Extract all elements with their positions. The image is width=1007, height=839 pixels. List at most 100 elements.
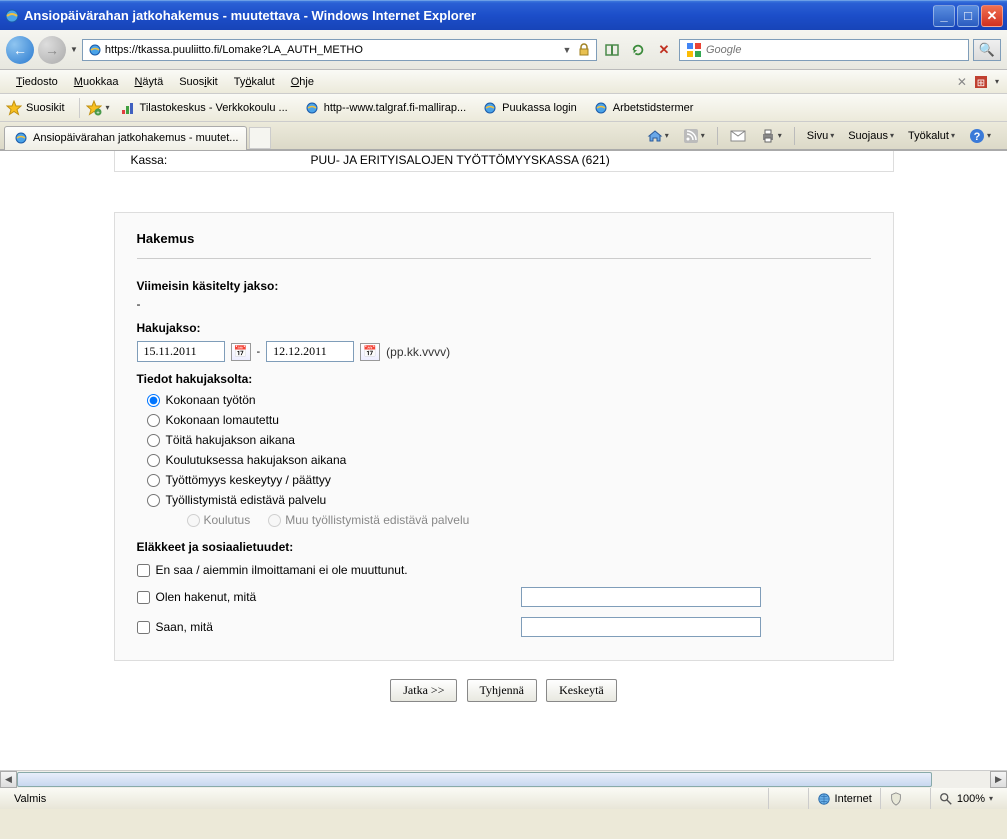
menu-view[interactable]: Näytä: [126, 73, 171, 91]
zoom-dropdown[interactable]: ▾: [989, 794, 993, 803]
content-viewport: Kassa: PUU- JA ERITYISALOJEN TYÖTTÖMYYSK…: [0, 150, 1007, 770]
scroll-thumb[interactable]: [17, 772, 932, 787]
favorite-link-tilastokeskus[interactable]: Tilastokeskus - Verkkokoulu ...: [114, 98, 294, 118]
tab-active[interactable]: Ansiopäivärahan jatkohakemus - muutet...: [4, 126, 247, 150]
refresh-button[interactable]: [627, 39, 649, 61]
navigation-toolbar: ← → ▼ ▼ ✕ 🔍: [0, 30, 1007, 70]
continue-button[interactable]: Jatka >>: [390, 679, 457, 702]
check-olen-hakenut[interactable]: Olen hakenut, mitä: [137, 590, 257, 604]
search-input[interactable]: [706, 44, 966, 56]
calendar-to-icon[interactable]: 📅: [360, 343, 380, 361]
address-bar[interactable]: ▼: [82, 39, 597, 61]
radio-toita[interactable]: Töitä hakujakson aikana: [137, 430, 871, 450]
read-mail-button[interactable]: [724, 127, 752, 145]
check-en-saa[interactable]: En saa / aiemmin ilmoittamani ei ole muu…: [137, 558, 871, 582]
add-fav-dropdown[interactable]: ▾: [106, 103, 110, 112]
menu-file[interactable]: Tiedosto: [8, 73, 66, 91]
radio-tyottomyys-keskeytyy[interactable]: Työttömyys keskeytyy / päättyy: [137, 470, 871, 490]
feeds-button[interactable]: ▾: [677, 126, 711, 146]
elakkeet-heading: Eläkkeet ja sosiaalietuudet:: [137, 540, 871, 554]
close-button[interactable]: ✕: [981, 5, 1003, 27]
internet-zone-icon: [817, 792, 831, 806]
favorites-label[interactable]: Suosikit: [26, 102, 65, 114]
home-button[interactable]: ▾: [641, 126, 675, 146]
viimeisin-value: -: [137, 297, 871, 311]
safety-menu[interactable]: Suojaus ▾: [842, 128, 900, 144]
zoom-icon: [939, 792, 953, 806]
date-format-hint: (pp.kk.vvvv): [386, 345, 450, 359]
zoom-control[interactable]: 100% ▾: [930, 788, 1001, 809]
compat-view-button[interactable]: [601, 39, 623, 61]
favorite-link-puukassa[interactable]: Puukassa login: [476, 98, 583, 118]
menu-tools[interactable]: Työkalut: [226, 73, 283, 91]
tilastokeskus-icon: [120, 100, 136, 116]
tiedot-heading: Tiedot hakujaksolta:: [137, 372, 871, 386]
clear-button[interactable]: Tyhjennä: [467, 679, 537, 702]
favorite-link-arbetstid[interactable]: Arbetstidstermer: [587, 98, 700, 118]
office-icon[interactable]: ⊞: [973, 74, 989, 90]
: [880, 788, 930, 809]
saan-input[interactable]: [521, 617, 761, 637]
url-input[interactable]: [105, 44, 560, 56]
date-to-input[interactable]: [266, 341, 354, 362]
print-button[interactable]: ▾: [754, 126, 788, 146]
shield-icon: [889, 792, 903, 806]
stop-button[interactable]: ✕: [653, 39, 675, 61]
date-separator: -: [257, 346, 261, 358]
ie-favicon-icon: [304, 100, 320, 116]
kassa-label: Kassa:: [131, 153, 311, 167]
svg-text:⊞: ⊞: [977, 78, 985, 89]
panel-title: Hakemus: [137, 231, 871, 259]
radio-kokonaan-tyoton[interactable]: Kokonaan työtön: [137, 390, 871, 410]
favorite-link-talgraf[interactable]: http--www.talgraf.fi-mallirap...: [298, 98, 472, 118]
radio-tyollistymista[interactable]: Työllistymistä edistävä palvelu: [137, 490, 871, 510]
security-zone[interactable]: Internet: [808, 788, 880, 809]
maximize-button[interactable]: □: [957, 5, 979, 27]
help-button[interactable]: ?▾: [963, 126, 997, 146]
page-menu[interactable]: Sivu ▾: [801, 128, 840, 144]
forward-button[interactable]: →: [38, 36, 66, 64]
google-icon: [686, 42, 702, 58]
radio-kokonaan-lomautettu[interactable]: Kokonaan lomautettu: [137, 410, 871, 430]
menu-bar: Tiedosto Muokkaa Näytä Suosikit Työkalut…: [0, 70, 1007, 94]
search-button[interactable]: 🔍: [973, 39, 1001, 61]
search-box[interactable]: [679, 39, 969, 61]
close-toolbar-icon[interactable]: ✕: [957, 75, 967, 89]
nav-history-dropdown[interactable]: ▼: [70, 45, 78, 54]
scroll-left-button[interactable]: ◀: [0, 771, 17, 788]
menu-edit[interactable]: Muokkaa: [66, 73, 127, 91]
tab-title: Ansiopäivärahan jatkohakemus - muutet...: [33, 132, 238, 144]
status-bar: Valmis Internet 100% ▾: [0, 787, 1007, 809]
window-titlebar: Ansiopäivärahan jatkohakemus - muutettav…: [0, 0, 1007, 30]
minimize-button[interactable]: _: [933, 5, 955, 27]
new-tab-button[interactable]: [249, 127, 271, 149]
radio-koulutuksessa[interactable]: Koulutuksessa hakujakson aikana: [137, 450, 871, 470]
subradio-koulutus: Koulutus: [187, 513, 251, 527]
hakujakso-heading: Hakujakso:: [137, 321, 871, 335]
olen-hakenut-input[interactable]: [521, 587, 761, 607]
ie-favicon-icon: [482, 100, 498, 116]
cancel-button[interactable]: Keskeytä: [546, 679, 617, 702]
calendar-from-icon[interactable]: 📅: [231, 343, 251, 361]
date-from-input[interactable]: [137, 341, 225, 362]
back-button[interactable]: ←: [6, 36, 34, 64]
ie-page-icon: [87, 42, 103, 58]
check-saan[interactable]: Saan, mitä: [137, 620, 213, 634]
status-text: Valmis: [6, 788, 768, 809]
horizontal-scrollbar[interactable]: ◀ ▶: [0, 770, 1007, 787]
tools-menu[interactable]: Työkalut ▾: [902, 128, 961, 144]
add-favorite-icon[interactable]: +: [86, 100, 102, 116]
favorites-bar: Suosikit + ▾ Tilastokeskus - Verkkokoulu…: [0, 94, 1007, 122]
scroll-track[interactable]: [17, 771, 990, 788]
menu-favorites[interactable]: Suosikit: [171, 73, 226, 91]
favorites-star-icon[interactable]: [6, 100, 22, 116]
tab-favicon-icon: [13, 130, 29, 146]
menu-help[interactable]: Ohje: [283, 73, 322, 91]
lock-icon: [576, 42, 592, 58]
tab-bar: Ansiopäivärahan jatkohakemus - muutet...…: [0, 122, 1007, 150]
kassa-value: PUU- JA ERITYISALOJEN TYÖTTÖMYYSKASSA (6…: [311, 153, 877, 167]
window-title: Ansiopäivärahan jatkohakemus - muutettav…: [24, 8, 933, 23]
url-dropdown-icon[interactable]: ▼: [560, 45, 574, 55]
scroll-right-button[interactable]: ▶: [990, 771, 1007, 788]
toolbar-chevron[interactable]: ▾: [995, 77, 999, 86]
